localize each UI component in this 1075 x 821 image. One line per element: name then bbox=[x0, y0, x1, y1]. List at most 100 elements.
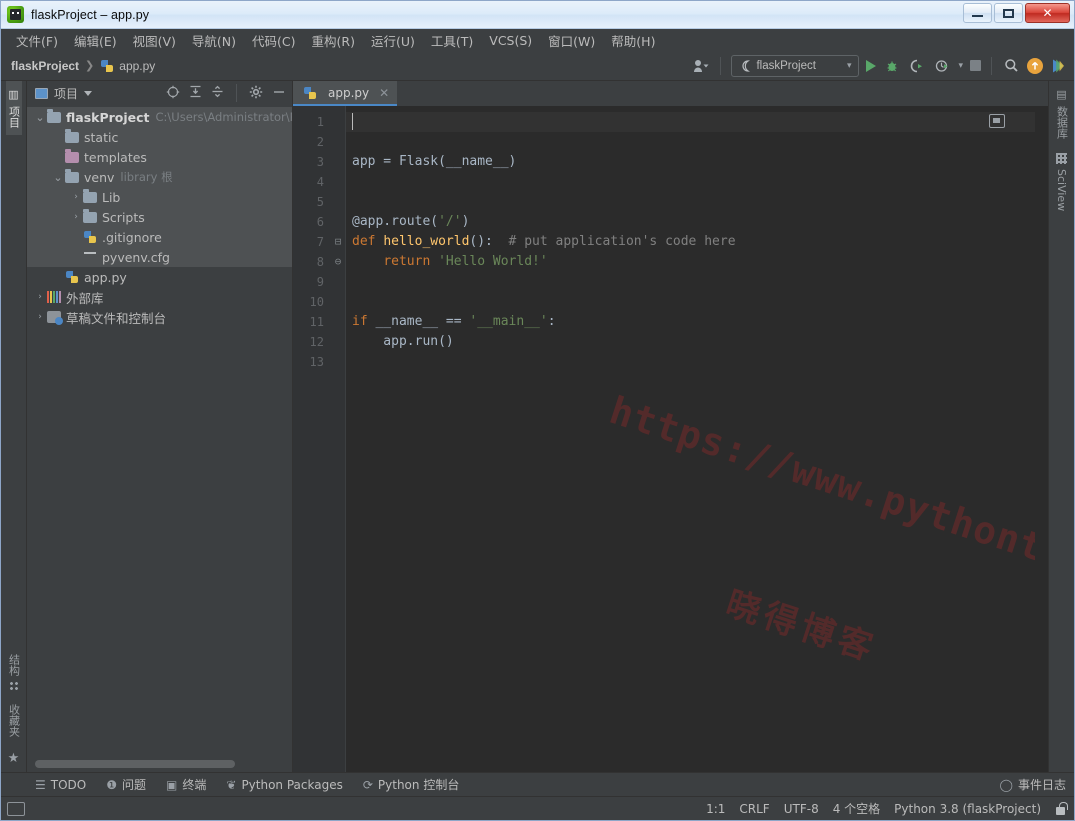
breadcrumb-file[interactable]: app.py bbox=[119, 59, 155, 73]
ide-and-project-settings-icon[interactable] bbox=[1050, 57, 1068, 75]
indent-setting[interactable]: 4 个空格 bbox=[833, 800, 880, 817]
tree-row-10[interactable]: ›草稿文件和控制台 bbox=[27, 307, 292, 327]
unlock-icon[interactable] bbox=[1055, 802, 1066, 815]
tree-row-7[interactable]: pyvenv.cfg bbox=[27, 247, 292, 267]
share-project-icon[interactable] bbox=[692, 57, 710, 75]
profile-chevron-down-icon[interactable]: ▾ bbox=[958, 60, 963, 71]
fold-marker[interactable]: ⊟ bbox=[331, 232, 345, 252]
tree-row-label: 外部库 bbox=[66, 288, 104, 307]
debug-icon[interactable] bbox=[883, 57, 901, 75]
stop-icon[interactable] bbox=[970, 60, 981, 71]
file-encoding[interactable]: UTF-8 bbox=[784, 802, 819, 816]
collapse-all-icon[interactable] bbox=[211, 85, 224, 101]
sidebar-item-favorites[interactable]: 收藏夹 bbox=[6, 697, 22, 744]
tree-row-8[interactable]: app.py bbox=[27, 267, 292, 287]
chevron-down-icon[interactable]: ⌄ bbox=[51, 171, 65, 184]
sidebar-item-structure[interactable]: 结构 bbox=[6, 647, 22, 697]
maximize-button[interactable] bbox=[994, 3, 1023, 23]
tree-row-6[interactable]: .gitignore bbox=[27, 227, 292, 247]
fold-marker[interactable] bbox=[331, 112, 345, 132]
chevron-right-icon[interactable]: › bbox=[33, 292, 47, 302]
star-icon[interactable]: ★ bbox=[8, 744, 20, 772]
menu-item-7[interactable]: 工具(T) bbox=[424, 29, 480, 52]
breadcrumb-project[interactable]: flaskProject bbox=[11, 59, 79, 73]
tool-window-item-3[interactable]: ❦Python Packages bbox=[226, 778, 342, 792]
minimap-toggle-icon[interactable] bbox=[989, 114, 1005, 128]
menu-item-5[interactable]: 重构(R) bbox=[305, 29, 362, 52]
python-interpreter[interactable]: Python 3.8 (flaskProject) bbox=[894, 802, 1041, 816]
tree-row-2[interactable]: templates bbox=[27, 147, 292, 167]
navigation-toolbar: flaskProject ❯ app.py flaskProject ▾ bbox=[1, 51, 1074, 81]
tree-row-3[interactable]: ⌄venvlibrary 根 bbox=[27, 167, 292, 187]
fold-marker[interactable] bbox=[331, 192, 345, 212]
tree-row-0[interactable]: ⌄flaskProjectC:\Users\Administrator\P bbox=[27, 107, 292, 127]
menu-item-1[interactable]: 编辑(E) bbox=[67, 29, 124, 52]
tree-row-label: static bbox=[84, 130, 118, 145]
sidebar-item-project[interactable]: ▥ 项目 bbox=[6, 81, 22, 135]
chevron-right-icon[interactable]: › bbox=[33, 312, 47, 322]
code-folding-gutter[interactable]: ⊟⊖ bbox=[331, 106, 345, 772]
menu-item-4[interactable]: 代码(C) bbox=[245, 29, 302, 52]
code-token: app = Flask(__name__) bbox=[352, 154, 516, 169]
expand-all-icon[interactable] bbox=[189, 85, 202, 101]
editor-vertical-scrollbar[interactable] bbox=[1035, 106, 1048, 772]
tree-row-4[interactable]: ›Lib bbox=[27, 187, 292, 207]
sidebar-item-sciview[interactable]: SciView bbox=[1055, 146, 1068, 218]
fold-marker[interactable] bbox=[331, 272, 345, 292]
minimize-button[interactable] bbox=[963, 3, 992, 23]
close-icon[interactable]: ✕ bbox=[379, 86, 389, 100]
caret-position[interactable]: 1:1 bbox=[706, 802, 725, 816]
code-text[interactable]: https://www.pythonthree.com 晓得博客 from fl… bbox=[345, 106, 1035, 772]
tree-row-9[interactable]: › 外部库 bbox=[27, 287, 292, 307]
tree-row-5[interactable]: › Scripts bbox=[27, 207, 292, 227]
chevron-down-icon[interactable]: ⌄ bbox=[33, 111, 47, 124]
fold-marker[interactable] bbox=[331, 292, 345, 312]
menu-item-0[interactable]: 文件(F) bbox=[9, 29, 65, 52]
select-opened-file-icon[interactable] bbox=[166, 85, 180, 102]
menu-item-10[interactable]: 帮助(H) bbox=[604, 29, 662, 52]
line-number: 3 bbox=[293, 152, 331, 172]
code-line bbox=[346, 192, 1035, 212]
update-project-icon[interactable] bbox=[1027, 58, 1043, 74]
tab-app-py[interactable]: app.py ✕ bbox=[293, 81, 397, 106]
fold-marker[interactable] bbox=[331, 172, 345, 192]
fold-marker[interactable] bbox=[331, 312, 345, 332]
close-button[interactable]: ✕ bbox=[1025, 3, 1070, 23]
sidebar-item-database[interactable]: ▤ 数据库 bbox=[1054, 81, 1070, 146]
menu-item-2[interactable]: 视图(V) bbox=[126, 29, 183, 52]
tool-window-item-1[interactable]: ❶问题 bbox=[106, 776, 146, 793]
fold-marker[interactable] bbox=[331, 132, 345, 152]
show-tool-windows-icon[interactable] bbox=[7, 802, 25, 816]
project-tree[interactable]: ⌄flaskProjectC:\Users\Administrator\P sta… bbox=[27, 105, 292, 772]
fold-marker[interactable] bbox=[331, 212, 345, 232]
tree-row-1[interactable]: static bbox=[27, 127, 292, 147]
tool-window-item-2[interactable]: ▣终端 bbox=[166, 776, 206, 793]
menu-item-9[interactable]: 窗口(W) bbox=[541, 29, 602, 52]
project-horizontal-scrollbar[interactable] bbox=[35, 760, 235, 768]
tool-window-item-0[interactable]: ☰TODO bbox=[35, 778, 86, 792]
tool-window-item-4[interactable]: ⟳Python 控制台 bbox=[363, 776, 459, 793]
chevron-right-icon[interactable]: › bbox=[69, 192, 83, 202]
menu-item-3[interactable]: 导航(N) bbox=[185, 29, 243, 52]
code-editor[interactable]: 12345678910111213 ⊟⊖ https://www.pythont… bbox=[293, 106, 1048, 772]
fold-marker[interactable] bbox=[331, 332, 345, 352]
fold-marker[interactable]: ⊖ bbox=[331, 252, 345, 272]
tree-row-label: Scripts bbox=[102, 210, 145, 225]
left-tool-stripe: ▥ 项目 结构 收藏夹 ★ bbox=[1, 81, 27, 772]
run-coverage-icon[interactable] bbox=[908, 57, 926, 75]
run-configuration-selector[interactable]: flaskProject ▾ bbox=[731, 55, 859, 77]
settings-gear-icon[interactable] bbox=[249, 85, 263, 102]
python-console-icon: ⟳ bbox=[363, 778, 373, 792]
menu-item-8[interactable]: VCS(S) bbox=[482, 31, 539, 50]
profile-icon[interactable] bbox=[933, 57, 951, 75]
hide-icon[interactable] bbox=[272, 85, 286, 102]
menu-item-6[interactable]: 运行(U) bbox=[364, 29, 422, 52]
event-log-button[interactable]: ◯事件日志 bbox=[1000, 776, 1066, 793]
search-everywhere-icon[interactable] bbox=[1002, 57, 1020, 75]
fold-marker[interactable] bbox=[331, 352, 345, 372]
chevron-down-icon[interactable] bbox=[84, 91, 92, 96]
run-icon[interactable] bbox=[866, 60, 876, 72]
chevron-right-icon[interactable]: › bbox=[69, 212, 83, 222]
fold-marker[interactable] bbox=[331, 152, 345, 172]
line-separator[interactable]: CRLF bbox=[739, 802, 769, 816]
